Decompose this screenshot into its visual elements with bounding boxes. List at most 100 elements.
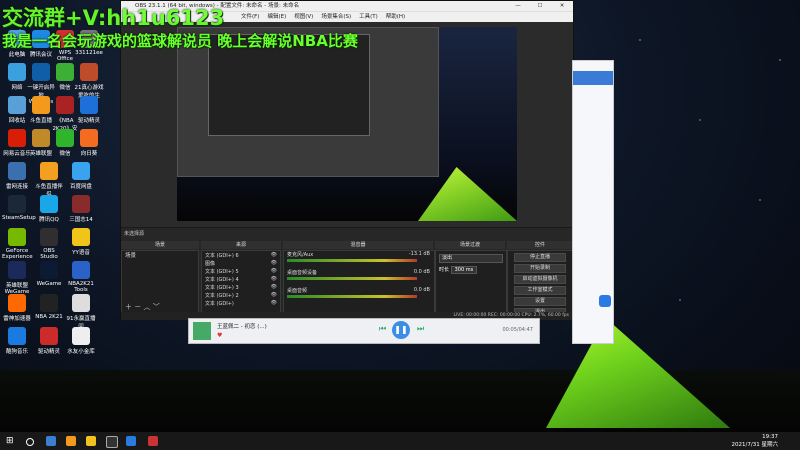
close-icon[interactable]: ✕ <box>551 1 573 11</box>
menu-tools[interactable]: 工具(T) <box>359 12 378 22</box>
stop-streaming-button[interactable]: 停止直播 <box>514 253 566 262</box>
douyu-taskbar-icon[interactable] <box>66 436 76 446</box>
menu-file[interactable]: 文件(F) <box>241 12 259 22</box>
side-app-window[interactable] <box>572 60 614 344</box>
desktop-icon[interactable]: 百度网盘 <box>66 162 96 190</box>
desktop-icon[interactable]: 驱动精灵 <box>74 96 104 124</box>
desktop-icon-label: 驱动精灵 <box>77 118 100 124</box>
desktop-icon[interactable]: 斗鱼直播伴侣 <box>34 162 64 198</box>
overlay-contact-text: 交流群+V:hh1u6123 <box>2 6 225 30</box>
desktop-icon[interactable]: 水友小金库 <box>66 327 96 355</box>
music-player: 王蓝佩二 - 初恋 (...) ♥ ⏮ ❚❚ ⏭ 00:05/04:47 <box>188 318 540 344</box>
studio-mode-button[interactable]: 工作室模式 <box>514 286 566 295</box>
obs-preview[interactable] <box>177 27 517 221</box>
move-down-icon[interactable]: ﹀ <box>153 303 160 311</box>
desktop-icon[interactable]: YY语音 <box>66 228 96 256</box>
app2-taskbar-icon[interactable] <box>148 436 158 446</box>
obs-taskbar-icon[interactable] <box>106 436 118 448</box>
phone-icon[interactable] <box>599 295 611 307</box>
desktop-icon[interactable]: OBS Studio <box>34 228 64 260</box>
mixer-channel: 桌面音频 0.0 dB <box>284 287 434 305</box>
maximize-icon[interactable]: ☐ <box>529 1 551 11</box>
next-icon[interactable]: ⏭ <box>417 324 424 334</box>
app-taskbar-icon[interactable] <box>126 436 136 446</box>
app-icon <box>32 129 50 147</box>
desktop-icon-label: 百度网盘 <box>69 184 92 190</box>
desktop-icon[interactable]: 雷神加速器 <box>2 294 32 322</box>
app-icon <box>72 228 90 246</box>
heart-icon[interactable]: ♥ <box>217 332 222 339</box>
desktop-icon[interactable]: 驱动精灵 <box>34 327 64 355</box>
eye-icon[interactable]: 👁 <box>271 300 277 306</box>
controls-panel: 停止直播 开始录制 启动虚拟摄像机 工作室模式 设置 退出 <box>507 250 573 317</box>
desktop-icon[interactable]: 向日葵 <box>74 129 104 157</box>
desktop-icon[interactable]: 雷网连接 <box>2 162 32 190</box>
desktop-icon-label: 向日葵 <box>80 151 98 157</box>
source-row[interactable]: 文本 (GDI+) 6 👁 <box>202 251 280 259</box>
transition-select[interactable]: 淡出 <box>439 254 503 263</box>
menu-edit[interactable]: 编辑(E) <box>267 12 286 22</box>
desktop-icon[interactable]: GeForce Experience <box>2 228 33 260</box>
minimize-icon[interactable]: — <box>507 1 529 11</box>
menu-view[interactable]: 视图(V) <box>294 12 313 22</box>
add-scene-icon[interactable]: ＋ <box>125 303 132 311</box>
eye-icon[interactable]: 👁 <box>271 268 277 274</box>
move-up-icon[interactable]: ︿ <box>143 303 150 311</box>
mixer-channel: 麦克风/Aux -13.1 dB <box>284 251 434 269</box>
volume-meter[interactable] <box>287 295 417 298</box>
desktop-icon[interactable]: WeGame <box>34 261 64 287</box>
desktop-icon[interactable]: NBA2K21 Tools <box>66 261 96 293</box>
menu-help[interactable]: 帮助(H) <box>386 12 405 22</box>
virtual-camera-button[interactable]: 启动虚拟摄像机 <box>514 275 566 284</box>
eye-icon[interactable]: 👁 <box>271 252 277 258</box>
source-row[interactable]: 图像 👁 <box>202 259 280 267</box>
volume-meter[interactable] <box>287 259 417 262</box>
system-clock[interactable]: 19:37 2021/7/31 星期六 <box>732 433 778 449</box>
desktop-icon[interactable]: 三国志14 <box>66 195 96 223</box>
mixer-channel-name: 桌面音频设备 <box>287 270 318 276</box>
scene-controls: ＋ － ︿ ﹀ <box>125 302 160 312</box>
app-icon <box>32 63 50 81</box>
desktop-icon-label: 驱动精灵 <box>37 349 60 355</box>
explorer-taskbar-icon[interactable] <box>86 436 96 446</box>
search-icon[interactable] <box>26 438 34 446</box>
source-row[interactable]: 文本 (GDI+) 4 👁 <box>202 275 280 283</box>
duration-input[interactable]: 300 ms <box>450 266 478 274</box>
app-icon <box>72 294 90 312</box>
source-label: 文本 (GDI+) 6 <box>205 252 239 259</box>
start-recording-button[interactable]: 开始录制 <box>514 264 566 273</box>
eye-icon[interactable]: 👁 <box>271 292 277 298</box>
desktop-icon[interactable]: 91永赢直播间 <box>66 294 96 330</box>
eye-icon[interactable]: 👁 <box>271 276 277 282</box>
source-row[interactable]: 文本 (GDI+) 5 👁 <box>202 267 280 275</box>
settings-button[interactable]: 设置 <box>514 297 566 306</box>
app-icon <box>32 96 50 114</box>
desktop-icon[interactable]: 腾讯QQ <box>34 195 64 223</box>
pause-icon[interactable]: ❚❚ <box>392 321 410 339</box>
source-row[interactable]: 文本 (GDI+) 2 👁 <box>202 291 280 299</box>
clock-date: 2021/7/31 星期六 <box>731 442 778 448</box>
eye-icon[interactable]: 👁 <box>271 284 277 290</box>
app-icon <box>8 294 26 312</box>
source-row[interactable]: 文本 (GDI+) 👁 <box>202 299 280 307</box>
transitions-panel: 淡出 时长 300 ms <box>435 250 507 314</box>
app-icon <box>8 195 26 213</box>
volume-meter[interactable] <box>287 277 417 280</box>
desktop-icon[interactable]: NBA 2K21 <box>34 294 64 320</box>
app-icon <box>40 162 58 180</box>
scene-item[interactable]: 场景 <box>125 251 136 261</box>
prev-icon[interactable]: ⏮ <box>379 324 386 334</box>
desktop-icon[interactable]: SteamSetup <box>2 195 36 221</box>
mixer-channel-name: 桌面音频 <box>287 288 308 294</box>
eye-icon[interactable]: 👁 <box>271 260 277 266</box>
desktop-icon-label: NBA2K21 Tools <box>68 281 94 293</box>
taskview-icon[interactable] <box>46 436 56 446</box>
app-icon <box>80 63 98 81</box>
desktop-icon-label: 酷狗音乐 <box>5 349 28 355</box>
app-icon <box>80 96 98 114</box>
remove-scene-icon[interactable]: － <box>134 303 141 311</box>
desktop-icon[interactable]: 酷狗音乐 <box>2 327 32 355</box>
menu-scene-collection[interactable]: 场景集合(S) <box>321 12 351 22</box>
start-icon[interactable]: ⊞ <box>6 436 16 446</box>
source-row[interactable]: 文本 (GDI+) 3 👁 <box>202 283 280 291</box>
